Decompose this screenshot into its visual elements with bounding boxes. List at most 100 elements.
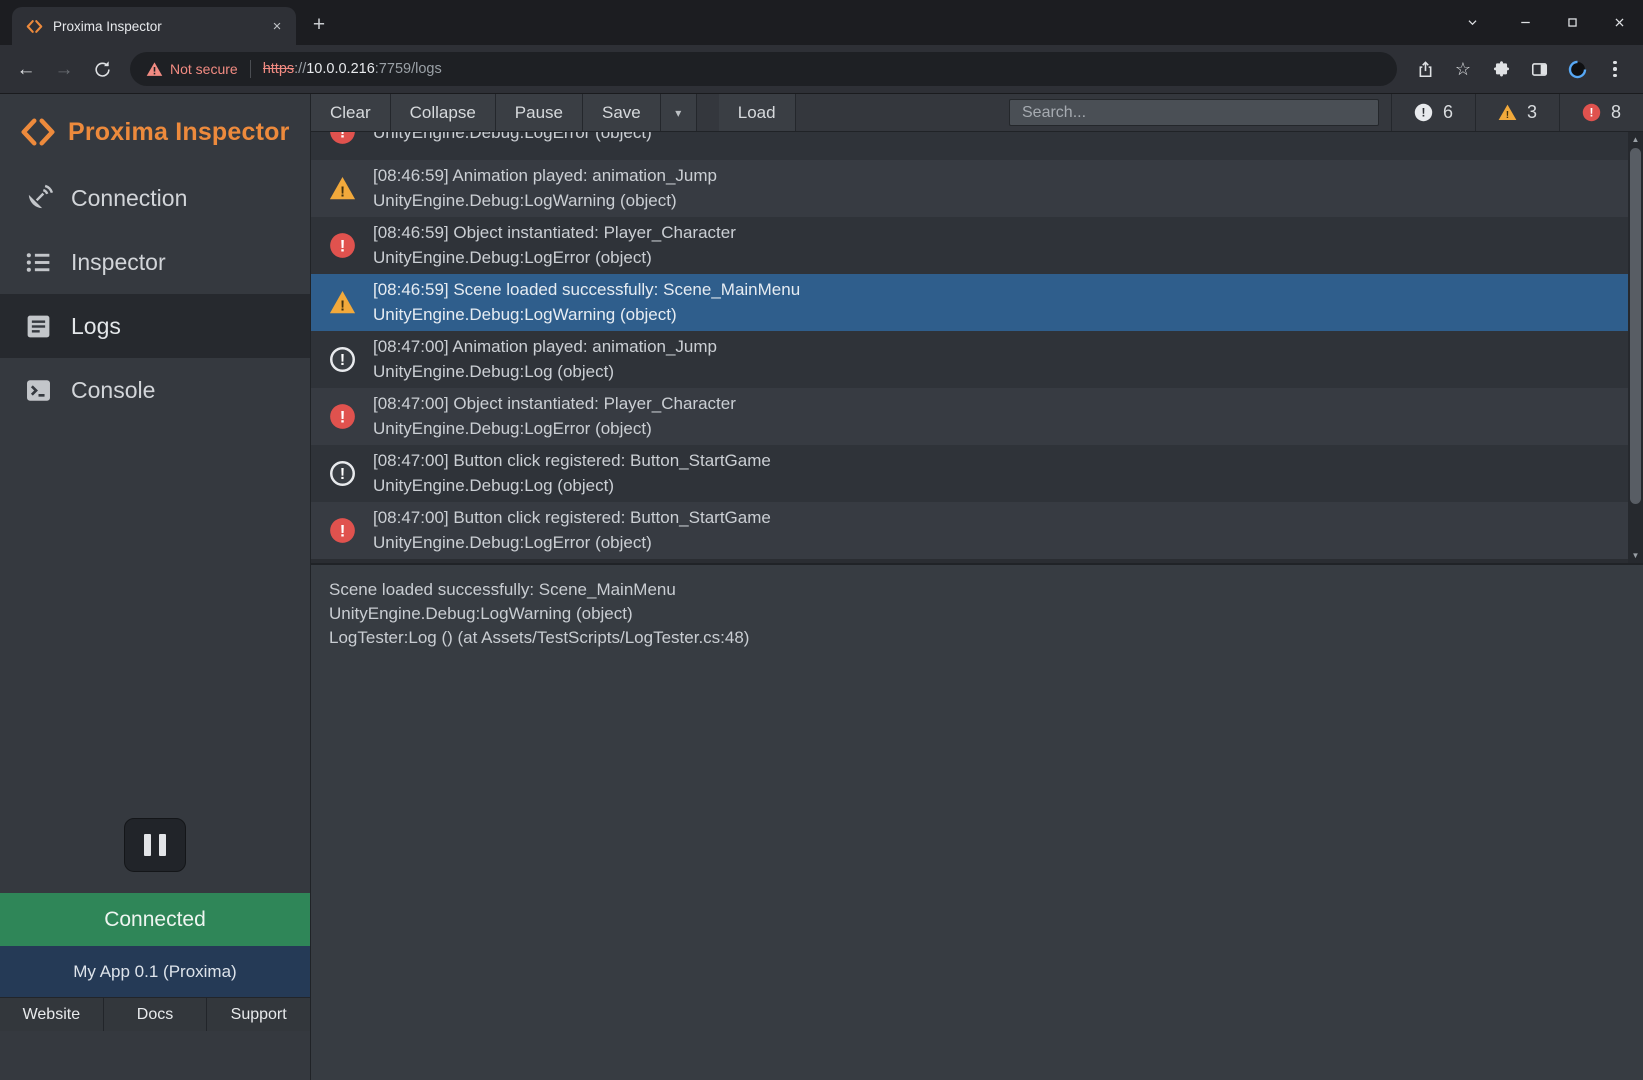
log-scrollbar[interactable]: ▲ ▼ bbox=[1628, 132, 1643, 563]
back-button[interactable]: ← bbox=[8, 51, 44, 87]
svg-text:!: ! bbox=[340, 184, 345, 200]
warning-count: 3 bbox=[1527, 102, 1537, 123]
log-source: UnityEngine.Debug:LogWarning (object) bbox=[373, 191, 717, 211]
side-panel-button[interactable] bbox=[1521, 51, 1557, 87]
profile-button[interactable] bbox=[1559, 51, 1595, 87]
pause-icon bbox=[144, 834, 151, 856]
browser-window: Proxima Inspector × + ← → bbox=[0, 0, 1643, 1080]
save-button[interactable]: Save bbox=[583, 94, 661, 131]
log-row[interactable]: ! [08:46:59] Object instantiated: Player_… bbox=[311, 217, 1643, 274]
proxima-favicon-icon bbox=[26, 18, 43, 35]
terminal-icon bbox=[24, 376, 53, 405]
menu-button[interactable] bbox=[1597, 51, 1633, 87]
log-row[interactable]: ! [08:47:00] Button click registered: But… bbox=[311, 502, 1643, 559]
clear-button[interactable]: Clear bbox=[311, 94, 391, 131]
log-detail-panel: Scene loaded successfully: Scene_MainMen… bbox=[311, 565, 1643, 1080]
sidebar-item-label: Logs bbox=[71, 313, 121, 340]
extensions-button[interactable] bbox=[1483, 51, 1519, 87]
share-icon bbox=[1416, 60, 1435, 79]
reload-button[interactable] bbox=[84, 51, 120, 87]
profile-icon bbox=[1568, 60, 1587, 79]
tab-search-chevron-button[interactable] bbox=[1449, 0, 1496, 45]
error-icon: ! bbox=[329, 517, 356, 544]
svg-text:!: ! bbox=[340, 236, 346, 255]
log-row[interactable]: ! [08:46:59] Animation played: animation_… bbox=[311, 160, 1643, 217]
error-icon: ! bbox=[1582, 103, 1601, 122]
log-row[interactable]: ! [08:47:00] Animation played: animation_… bbox=[311, 331, 1643, 388]
window-maximize-button[interactable] bbox=[1549, 0, 1596, 45]
log-source: UnityEngine.Debug:LogError (object) bbox=[373, 419, 736, 439]
bookmark-button[interactable]: ☆ bbox=[1445, 51, 1481, 87]
star-icon: ☆ bbox=[1455, 60, 1471, 78]
log-message: [08:47:00] Animation played: animation_J… bbox=[373, 337, 717, 357]
url-divider bbox=[250, 60, 251, 78]
reload-icon bbox=[93, 60, 112, 79]
proxima-app: Proxima Inspector Connection bbox=[0, 94, 1643, 1080]
scroll-up-button[interactable]: ▲ bbox=[1628, 132, 1643, 147]
puzzle-icon bbox=[1492, 60, 1511, 79]
scroll-down-button[interactable]: ▼ bbox=[1628, 548, 1643, 563]
window-close-button[interactable] bbox=[1596, 0, 1643, 45]
log-message: [08:47:00] Button click registered: Butt… bbox=[373, 508, 771, 528]
save-dropdown-button[interactable]: ▾ bbox=[661, 94, 697, 131]
footer-link-website[interactable]: Website bbox=[0, 998, 104, 1031]
sidebar-item-connection[interactable]: Connection bbox=[0, 166, 310, 230]
log-row[interactable]: ![08:47:00] Button click registered: But… bbox=[311, 445, 1643, 502]
window-minimize-button[interactable] bbox=[1502, 0, 1549, 45]
pause-logs-button[interactable]: Pause bbox=[496, 94, 583, 131]
error-count-badge[interactable]: ! 8 bbox=[1559, 94, 1643, 131]
sidebar: Proxima Inspector Connection bbox=[0, 94, 310, 1080]
detail-line: LogTester:Log () (at Assets/TestScripts/… bbox=[329, 626, 1625, 650]
forward-icon: → bbox=[55, 60, 74, 79]
url-bar[interactable]: Not secure https://10.0.0.216:7759/logs bbox=[130, 52, 1397, 86]
log-message: [08:46:59] Animation played: animation_J… bbox=[373, 166, 717, 186]
tab-title: Proxima Inspector bbox=[53, 19, 258, 34]
app-logo: Proxima Inspector bbox=[0, 94, 310, 166]
log-message: [08:47:00] Button click registered: Butt… bbox=[373, 451, 771, 471]
sidebar-item-inspector[interactable]: Inspector bbox=[0, 230, 310, 294]
url-host: 10.0.0.216 bbox=[306, 61, 375, 77]
footer-link-support[interactable]: Support bbox=[207, 998, 310, 1031]
forward-button[interactable]: → bbox=[46, 51, 82, 87]
address-bar: ← → Not secure https://10.0.0.216:7759/l… bbox=[0, 45, 1643, 94]
log-source: UnityEngine.Debug:LogError (object) bbox=[373, 248, 736, 268]
scroll-thumb[interactable] bbox=[1630, 148, 1641, 504]
logs-toolbar: Clear Collapse Pause Save ▾ Load ! 6 ! bbox=[311, 94, 1643, 132]
url-path: :7759/logs bbox=[375, 61, 442, 77]
error-count: 8 bbox=[1611, 102, 1621, 123]
log-message: [08:46:59] Object instantiated: Player_C… bbox=[373, 223, 736, 243]
new-tab-button[interactable]: + bbox=[304, 10, 334, 40]
log-row[interactable]: !UnityEngine.Debug:LogError (object) bbox=[311, 132, 1643, 160]
search-input[interactable] bbox=[1009, 99, 1379, 126]
info-icon: ! bbox=[329, 346, 356, 373]
info-icon: ! bbox=[1414, 103, 1433, 122]
load-button[interactable]: Load bbox=[719, 94, 796, 131]
log-message: [08:46:59] Scene loaded successfully: Sc… bbox=[373, 280, 800, 300]
sidebar-item-label: Connection bbox=[71, 185, 187, 212]
footer-link-docs[interactable]: Docs bbox=[104, 998, 208, 1031]
document-icon bbox=[24, 312, 53, 341]
browser-tab[interactable]: Proxima Inspector × bbox=[12, 7, 296, 45]
log-row[interactable]: ! [08:46:59] Scene loaded successfully: S… bbox=[311, 274, 1643, 331]
tab-strip: Proxima Inspector × + bbox=[0, 0, 1643, 45]
warning-count-badge[interactable]: ! 3 bbox=[1475, 94, 1559, 131]
detail-line: Scene loaded successfully: Scene_MainMen… bbox=[329, 578, 1625, 602]
pause-capture-button[interactable] bbox=[124, 818, 186, 872]
logs-page: Clear Collapse Pause Save ▾ Load ! 6 ! bbox=[310, 94, 1643, 1080]
svg-text:!: ! bbox=[340, 407, 346, 426]
info-count-badge[interactable]: ! 6 bbox=[1391, 94, 1475, 131]
log-row[interactable]: ![08:47:00] Object instantiated: Player_… bbox=[311, 388, 1643, 445]
share-button[interactable] bbox=[1407, 51, 1443, 87]
warning-icon: ! bbox=[329, 289, 356, 316]
collapse-button[interactable]: Collapse bbox=[391, 94, 496, 131]
error-icon: ! bbox=[329, 403, 356, 430]
tab-close-button[interactable]: × bbox=[268, 17, 286, 35]
sidebar-footer: Website Docs Support bbox=[0, 997, 310, 1031]
sidebar-item-logs[interactable]: Logs bbox=[0, 294, 310, 358]
sidebar-item-console[interactable]: Console bbox=[0, 358, 310, 422]
detail-line: UnityEngine.Debug:LogWarning (object) bbox=[329, 602, 1625, 626]
svg-text:!: ! bbox=[340, 521, 346, 540]
sidebar-item-label: Console bbox=[71, 377, 155, 404]
svg-text:!: ! bbox=[1506, 110, 1509, 121]
svg-text:!: ! bbox=[1590, 106, 1594, 120]
